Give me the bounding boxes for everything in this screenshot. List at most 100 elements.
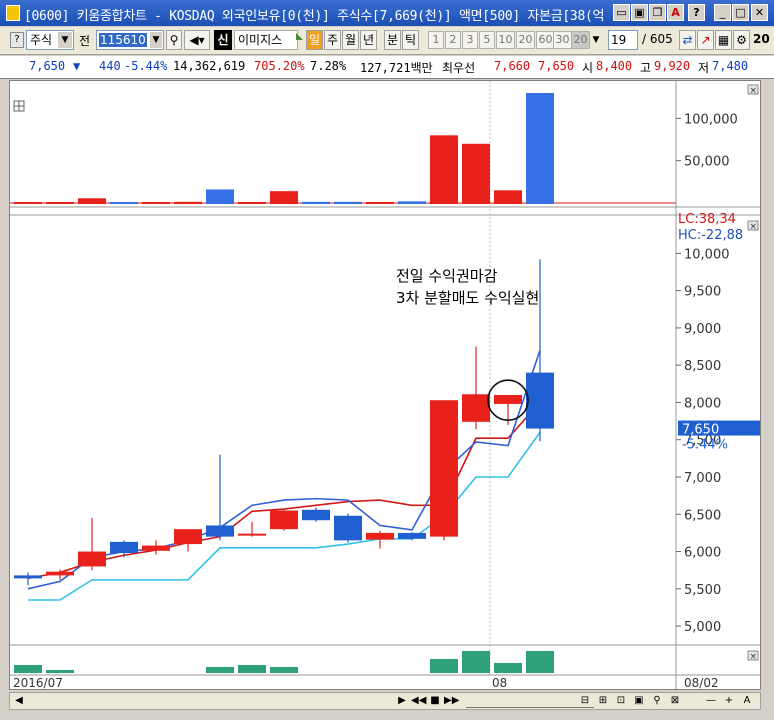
chart-scrollbar[interactable]: ◀ ▶ ◀◀ ■ ▶▶ ⊟ ⊞ ⊡ ▣ ⚲ ⊠ — + A: [9, 692, 761, 710]
minimize-icon[interactable]: _: [714, 4, 731, 21]
close-icon[interactable]: ✕: [751, 4, 768, 21]
help-icon[interactable]: ?: [688, 4, 705, 21]
zoom-out-icon[interactable]: ⊟: [578, 694, 592, 708]
tool-arrow-icon[interactable]: ⇄: [679, 30, 696, 50]
search-icon[interactable]: ⚲: [650, 694, 664, 708]
chart-background: [10, 81, 760, 689]
interval-custom-button[interactable]: 20: [571, 31, 590, 49]
restore-icon[interactable]: ⊡: [614, 694, 628, 708]
volume-bar: [462, 143, 490, 204]
pane-close-icon: ×: [750, 652, 758, 662]
decrease-icon[interactable]: —: [704, 694, 718, 708]
current-price-label: 7,650: [682, 423, 719, 438]
interval-10-button[interactable]: 10: [496, 31, 515, 49]
period-day-button[interactable]: 일: [306, 30, 323, 50]
open-price: 8,400: [596, 59, 633, 73]
annotation-line-1: 전일 수익권마감: [396, 267, 498, 285]
volume-bar: [46, 201, 74, 204]
toolbar: ? 주식 ▼ 전 115610 ▼ ⚲ ◀▾ 신 이미지스 일 주 월 년 분 틱 …: [0, 27, 774, 55]
low-label: 저: [698, 61, 710, 75]
font-icon[interactable]: A: [667, 4, 684, 21]
candle-body: [174, 529, 202, 545]
current-price: 7,650: [29, 59, 66, 73]
copy-icon[interactable]: ❐: [649, 4, 666, 21]
auto-scale-icon[interactable]: A: [740, 694, 754, 708]
candle-body: [270, 510, 298, 530]
candle-body: [366, 532, 394, 540]
speaker-icon[interactable]: ◀▾: [184, 30, 210, 50]
volume-bar: [174, 201, 202, 204]
price-tick-label: 6,000: [684, 546, 721, 561]
x-label-start: 2016/07: [13, 676, 63, 689]
volume-value: 14,362,619: [173, 59, 246, 73]
interval-20-button[interactable]: 20: [516, 31, 535, 49]
chevron-down-icon[interactable]: ▼: [58, 32, 72, 48]
zoom-slider[interactable]: [466, 695, 594, 708]
price-info-bar: 7,650 ▼ 440 -5.44% 14,362,619 705.20% 7.…: [0, 56, 774, 79]
increase-icon[interactable]: +: [722, 694, 736, 708]
price-tick-label: 9,000: [684, 322, 721, 337]
turnover-rate: 7.28%: [310, 59, 347, 73]
period-week-button[interactable]: 주: [324, 30, 341, 50]
rewind-icon[interactable]: ◀◀: [411, 694, 426, 708]
candle-body: [78, 551, 106, 567]
lower-volume-bar: [46, 670, 74, 673]
price-change: 440: [99, 59, 121, 73]
candle-body: [462, 394, 490, 422]
open-label: 시: [582, 61, 594, 75]
candle-body: [398, 532, 426, 539]
stop-icon[interactable]: ■: [428, 694, 442, 708]
stock-code-input[interactable]: 115610 ▼: [96, 30, 164, 50]
price-tick-label: 7,000: [684, 471, 721, 486]
scroll-left-icon[interactable]: ◀: [12, 694, 26, 708]
volume-bar: [78, 198, 106, 204]
fast-forward-icon[interactable]: ▶▶: [444, 694, 459, 708]
zoom-in-icon[interactable]: ⊞: [596, 694, 610, 708]
settings-gear-icon[interactable]: ⚙: [733, 30, 750, 50]
candle-body: [206, 525, 234, 537]
chevron-down-icon[interactable]: ▼: [590, 31, 602, 49]
price-tick-label: 6,500: [684, 508, 721, 523]
tool-line-icon[interactable]: ↗: [697, 30, 714, 50]
high-label: 고: [640, 61, 652, 75]
interval-5-button[interactable]: 5: [479, 31, 495, 49]
save-view-icon[interactable]: ▣: [632, 694, 646, 708]
market-select[interactable]: 주식 ▼: [26, 30, 74, 50]
high-price: 9,920: [654, 59, 691, 73]
grid-layer: [10, 81, 760, 689]
count-total: / 605: [642, 32, 673, 46]
price-tick-label: 8,500: [684, 359, 721, 374]
play-icon[interactable]: ▶: [395, 694, 409, 708]
period-month-button[interactable]: 월: [342, 30, 359, 50]
chart-svg[interactable]: 100,000 50,000 10,000 9,500 9,000 8,500 8,000 7…: [10, 81, 760, 689]
x-label-end: 08/02: [684, 676, 719, 689]
pane-close-icon: ×: [750, 222, 758, 232]
best-quote-label: 최우선: [442, 61, 476, 75]
tool-grid-icon[interactable]: ▦: [715, 30, 732, 50]
lower-volume-bar: [526, 651, 554, 673]
interval-1-button[interactable]: 1: [428, 31, 444, 49]
layout-icon[interactable]: ▣: [631, 4, 648, 21]
period-tick-button[interactable]: 틱: [402, 30, 419, 50]
period-minute-button[interactable]: 분: [384, 30, 401, 50]
volume-bar: [142, 202, 170, 204]
trade-amount: 127,721백만: [360, 61, 433, 75]
candle-body: [526, 372, 554, 429]
code-search-icon[interactable]: ?: [10, 32, 24, 48]
lower-volume-bar: [270, 667, 298, 673]
count-input[interactable]: 19: [608, 30, 638, 50]
interval-3-button[interactable]: 3: [462, 31, 478, 49]
fit-icon[interactable]: ⊠: [668, 694, 682, 708]
title-bar: [0600] 키움종합차트 - KOSDAQ 외국인보유[0(천)] 주식수[7…: [0, 0, 774, 26]
pin-icon[interactable]: ▭: [613, 4, 630, 21]
chevron-down-icon[interactable]: ▼: [150, 32, 162, 48]
period-year-button[interactable]: 년: [360, 30, 377, 50]
maximize-icon[interactable]: □: [732, 4, 749, 21]
chart-area[interactable]: 100,000 50,000 10,000 9,500 9,000 8,500 8,000 7…: [9, 80, 761, 690]
lower-volume-bar: [462, 651, 490, 673]
interval-2-button[interactable]: 2: [445, 31, 461, 49]
volume-bar: [110, 202, 138, 204]
best-ask-price: 7,660: [494, 59, 531, 73]
interval-30-button[interactable]: 30: [553, 31, 572, 49]
magnifier-icon[interactable]: ⚲: [166, 30, 182, 50]
